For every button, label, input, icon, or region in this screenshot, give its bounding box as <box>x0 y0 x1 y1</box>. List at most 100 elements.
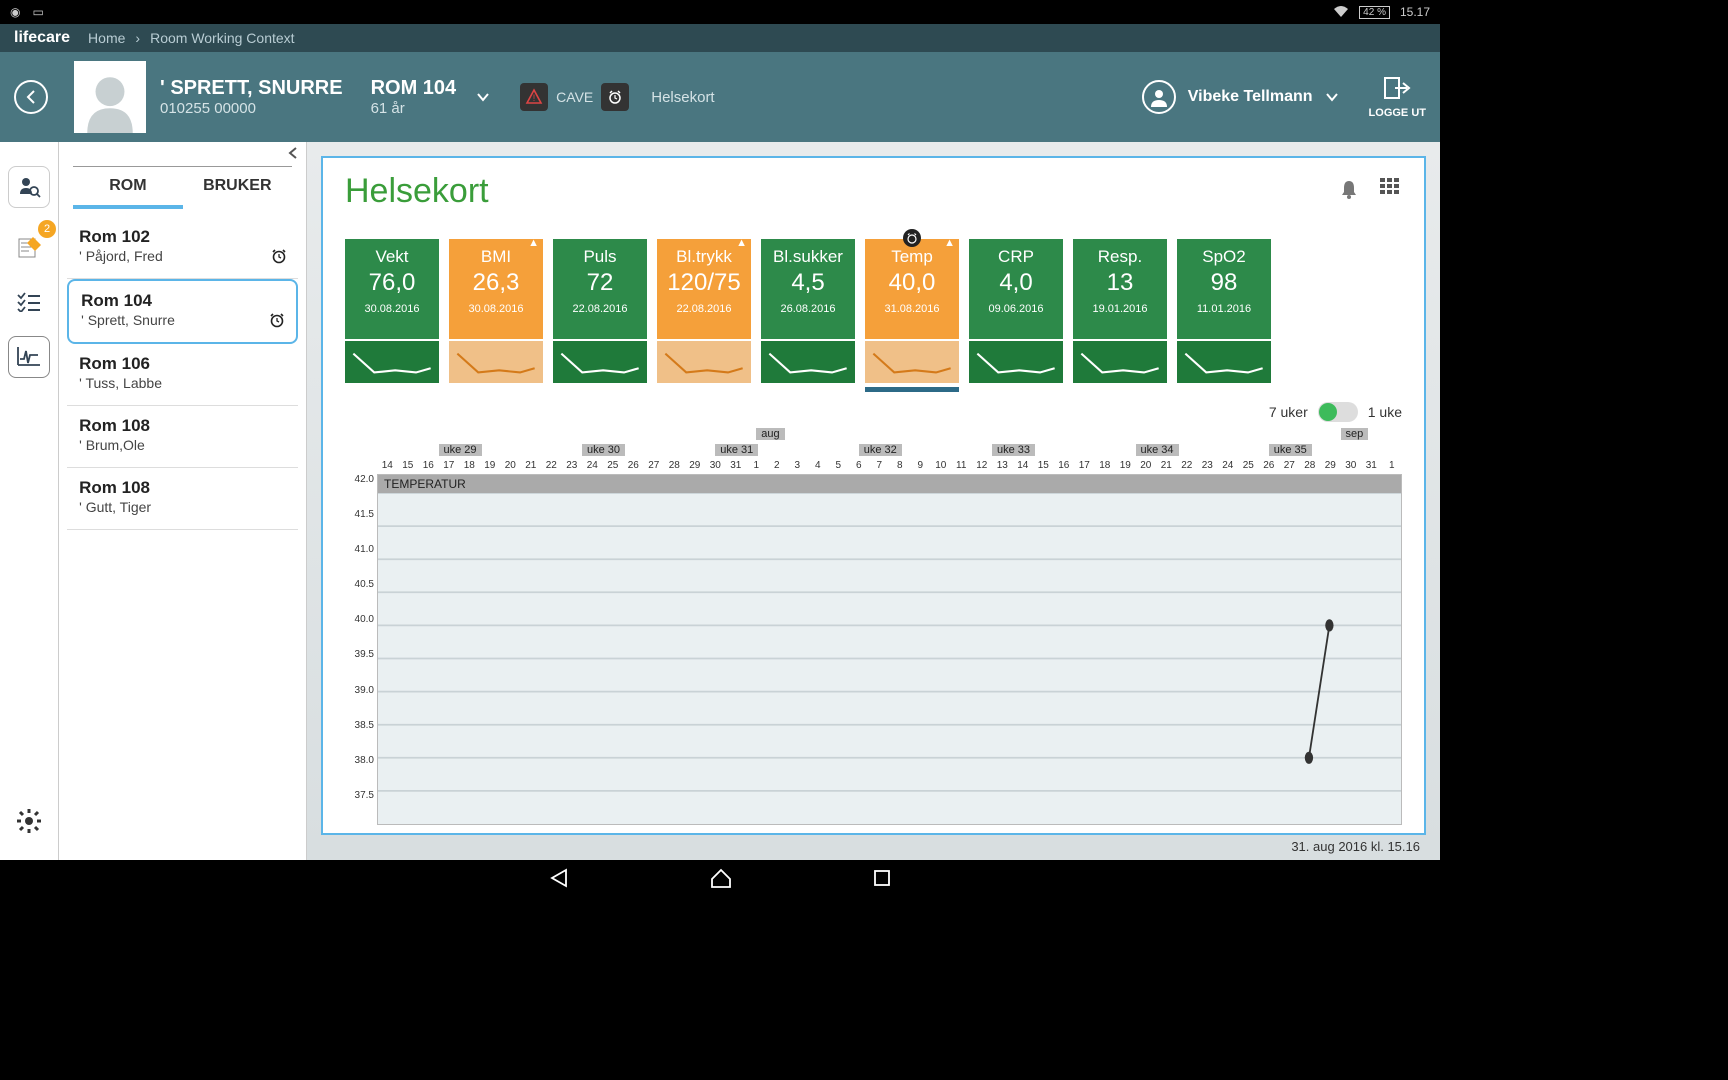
tile-sparkline <box>657 341 751 383</box>
day-label: 12 <box>972 460 993 471</box>
day-label: 11 <box>951 460 972 471</box>
rail-notes[interactable]: 2 <box>8 226 50 268</box>
android-status-bar: ◉ ▭ 42 % 15.17 <box>0 0 1440 24</box>
room-item-person: ' Gutt, Tiger <box>79 499 286 515</box>
chevron-down-icon <box>476 90 490 104</box>
day-label: 31 <box>1361 460 1382 471</box>
day-label: 1 <box>1382 460 1403 471</box>
day-label: 28 <box>1300 460 1321 471</box>
breadcrumb-context[interactable]: Room Working Context <box>150 30 294 46</box>
vital-tile-spo2[interactable]: SpO2 98 11.01.2016 <box>1177 239 1271 392</box>
notes-badge: 2 <box>38 220 56 238</box>
tile-date: 30.08.2016 <box>449 303 543 315</box>
room-item[interactable]: Rom 102 ' Påjord, Fred <box>67 217 298 279</box>
nav-recent-button[interactable] <box>872 868 892 893</box>
day-label: 22 <box>541 460 562 471</box>
bell-icon[interactable] <box>1338 178 1360 205</box>
tile-label: BMI <box>449 247 543 267</box>
wifi-icon <box>1333 5 1349 20</box>
tile-value: 4,0 <box>969 269 1063 297</box>
rail-checklist[interactable] <box>8 286 50 318</box>
day-label: 13 <box>992 460 1013 471</box>
week-label: uke 34 <box>1136 444 1179 456</box>
rail-vitals[interactable] <box>8 336 50 378</box>
plot-title: TEMPERATUR <box>378 475 1401 493</box>
user-menu[interactable]: Vibeke Tellmann <box>1142 80 1339 114</box>
cave-warning-icon[interactable]: ! <box>520 83 548 111</box>
alarm-icon <box>903 229 921 247</box>
temperature-plot[interactable]: TEMPERATUR <box>377 474 1402 825</box>
footer-timestamp: 31. aug 2016 kl. 15.16 <box>321 835 1426 854</box>
vital-tile-puls[interactable]: Puls 72 22.08.2016 <box>553 239 647 392</box>
y-tick: 38.5 <box>345 720 374 755</box>
room-item-person: ' Sprett, Snurre <box>81 312 284 328</box>
alarm-header-icon[interactable] <box>601 83 629 111</box>
room-item[interactable]: Rom 104 ' Sprett, Snurre <box>67 279 298 344</box>
day-label: 5 <box>828 460 849 471</box>
tile-value: 4,5 <box>761 269 855 297</box>
time-range-toggle[interactable] <box>1318 402 1358 422</box>
vital-tile-crp[interactable]: CRP 4,0 09.06.2016 <box>969 239 1063 392</box>
tile-date: 19.01.2016 <box>1073 303 1167 315</box>
tile-value: 76,0 <box>345 269 439 297</box>
logout-button[interactable]: LOGGE UT <box>1369 76 1426 119</box>
patient-name: ' SPRETT, SNURRE <box>160 77 343 100</box>
tile-sparkline <box>345 341 439 383</box>
nav-back-button[interactable] <box>548 867 570 894</box>
tile-label: CRP <box>969 247 1063 267</box>
day-label: 25 <box>1238 460 1259 471</box>
day-label: 27 <box>1279 460 1300 471</box>
y-tick: 37.5 <box>345 790 374 825</box>
day-label: 29 <box>685 460 706 471</box>
day-label: 17 <box>439 460 460 471</box>
back-button[interactable] <box>14 80 48 114</box>
vital-tile-bl.trykk[interactable]: ▲ Bl.trykk 120/75 22.08.2016 <box>657 239 751 392</box>
day-label: 22 <box>1177 460 1198 471</box>
day-label: 1 <box>746 460 767 471</box>
day-label: 20 <box>500 460 521 471</box>
week-label: uke 31 <box>715 444 758 456</box>
room-item-person: ' Påjord, Fred <box>79 248 286 264</box>
tab-bruker[interactable]: BRUKER <box>183 167 292 209</box>
breadcrumb-home[interactable]: Home <box>88 30 125 46</box>
patient-avatar <box>74 61 146 133</box>
day-label: 2 <box>767 460 788 471</box>
room-item[interactable]: Rom 106 ' Tuss, Labbe <box>67 344 298 406</box>
vital-tile-vekt[interactable]: Vekt 76,0 30.08.2016 <box>345 239 439 392</box>
collapse-panel-button[interactable] <box>286 146 300 165</box>
week-label: uke 30 <box>582 444 625 456</box>
tile-date: 22.08.2016 <box>657 303 751 315</box>
tile-sparkline <box>553 341 647 383</box>
vital-tile-bmi[interactable]: ▲ BMI 26,3 30.08.2016 <box>449 239 543 392</box>
vital-tile-temp[interactable]: ▲ Temp 40,0 31.08.2016 <box>865 239 959 392</box>
day-label: 17 <box>1074 460 1095 471</box>
tile-label: Temp <box>865 247 959 267</box>
alarm-icon <box>270 247 288 270</box>
day-label: 3 <box>787 460 808 471</box>
tile-label: Vekt <box>345 247 439 267</box>
tile-selected-indicator <box>865 387 959 392</box>
rail-search-patient[interactable] <box>8 166 50 208</box>
vital-tile-resp.[interactable]: Resp. 13 19.01.2016 <box>1073 239 1167 392</box>
day-label: 19 <box>1115 460 1136 471</box>
tile-sparkline <box>449 341 543 383</box>
room-item[interactable]: Rom 108 ' Gutt, Tiger <box>67 468 298 530</box>
tile-label: Bl.sukker <box>761 247 855 267</box>
app-header: ' SPRETT, SNURRE 010255 00000 ROM 104 61… <box>0 52 1440 142</box>
tile-date: 31.08.2016 <box>865 303 959 315</box>
tile-label: SpO2 <box>1177 247 1271 267</box>
status-time: 15.17 <box>1400 5 1430 19</box>
day-label: 19 <box>480 460 501 471</box>
day-label: 20 <box>1136 460 1157 471</box>
grid-icon[interactable] <box>1380 178 1402 205</box>
nav-home-button[interactable] <box>710 867 732 894</box>
settings-button[interactable] <box>15 807 43 840</box>
vital-tile-bl.sukker[interactable]: Bl.sukker 4,5 26.08.2016 <box>761 239 855 392</box>
tile-date: 30.08.2016 <box>345 303 439 315</box>
day-label: 23 <box>1197 460 1218 471</box>
room-item[interactable]: Rom 108 ' Brum,Ole <box>67 406 298 468</box>
tile-value: 26,3 <box>449 269 543 297</box>
tab-rom[interactable]: ROM <box>73 167 182 209</box>
day-label: 24 <box>1218 460 1239 471</box>
room-dropdown[interactable]: ROM 104 61 år <box>371 77 491 117</box>
